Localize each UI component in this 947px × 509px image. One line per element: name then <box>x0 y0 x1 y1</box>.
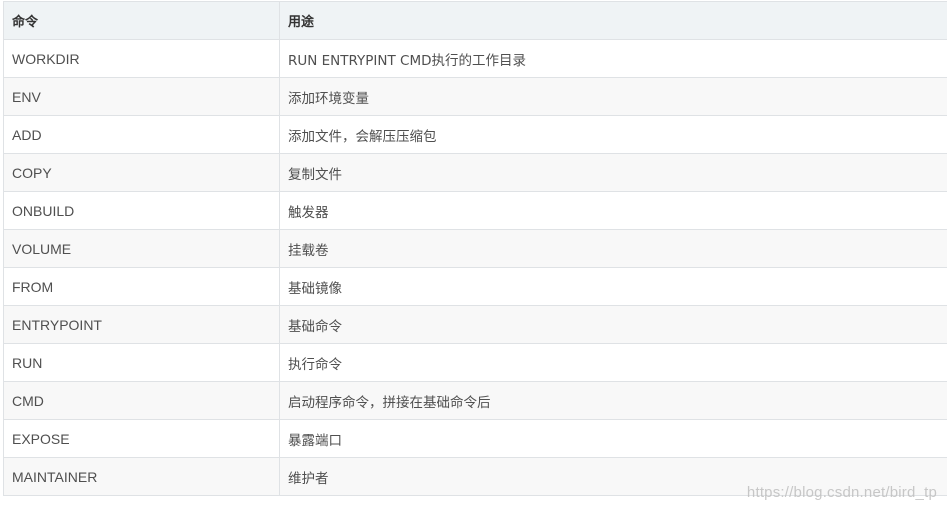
command-table-container: 命令 用途 WORKDIR RUN ENTRYPINT CMD执行的工作目录 E… <box>3 1 947 496</box>
command-cell: ONBUILD <box>3 191 280 230</box>
command-cell: CMD <box>3 381 280 420</box>
table-row: EXPOSE 暴露端口 <box>3 419 947 458</box>
purpose-cell: RUN ENTRYPINT CMD执行的工作目录 <box>279 39 947 78</box>
table-row: MAINTAINER 维护者 <box>3 457 947 496</box>
table-row: WORKDIR RUN ENTRYPINT CMD执行的工作目录 <box>3 39 947 78</box>
command-cell: ENV <box>3 77 280 116</box>
header-command: 命令 <box>3 1 280 40</box>
purpose-cell: 暴露端口 <box>279 419 947 458</box>
command-cell: ADD <box>3 115 280 154</box>
header-purpose: 用途 <box>279 1 947 40</box>
purpose-cell: 基础镜像 <box>279 267 947 306</box>
table-row: COPY 复制文件 <box>3 153 947 192</box>
purpose-cell: 添加环境变量 <box>279 77 947 116</box>
purpose-cell: 挂载卷 <box>279 229 947 268</box>
table-row: ONBUILD 触发器 <box>3 191 947 230</box>
command-cell: COPY <box>3 153 280 192</box>
command-cell: ENTRYPOINT <box>3 305 280 344</box>
command-cell: WORKDIR <box>3 39 280 78</box>
command-cell: EXPOSE <box>3 419 280 458</box>
table-row: ADD 添加文件，会解压压缩包 <box>3 115 947 154</box>
table-row: ENV 添加环境变量 <box>3 77 947 116</box>
command-table: 命令 用途 WORKDIR RUN ENTRYPINT CMD执行的工作目录 E… <box>3 1 947 496</box>
purpose-cell: 复制文件 <box>279 153 947 192</box>
purpose-cell: 基础命令 <box>279 305 947 344</box>
table-row: RUN 执行命令 <box>3 343 947 382</box>
purpose-cell: 启动程序命令，拼接在基础命令后 <box>279 381 947 420</box>
table-row: FROM 基础镜像 <box>3 267 947 306</box>
purpose-cell: 执行命令 <box>279 343 947 382</box>
command-cell: RUN <box>3 343 280 382</box>
table-row: ENTRYPOINT 基础命令 <box>3 305 947 344</box>
command-cell: MAINTAINER <box>3 457 280 496</box>
command-cell: FROM <box>3 267 280 306</box>
table-row: CMD 启动程序命令，拼接在基础命令后 <box>3 381 947 420</box>
table-header-row: 命令 用途 <box>3 1 947 40</box>
purpose-cell: 添加文件，会解压压缩包 <box>279 115 947 154</box>
table-row: VOLUME 挂载卷 <box>3 229 947 268</box>
command-cell: VOLUME <box>3 229 280 268</box>
purpose-cell: 维护者 <box>279 457 947 496</box>
purpose-cell: 触发器 <box>279 191 947 230</box>
